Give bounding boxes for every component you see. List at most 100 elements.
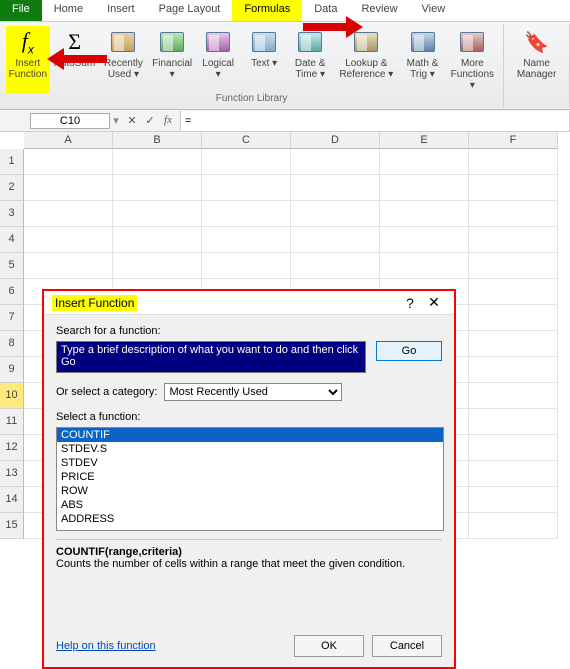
tab-file[interactable]: File — [0, 0, 42, 21]
row-header[interactable]: 12 — [0, 435, 24, 461]
cell[interactable] — [469, 227, 558, 253]
cell[interactable] — [469, 331, 558, 357]
cell[interactable] — [202, 149, 291, 175]
list-item[interactable]: STDEV.S — [57, 442, 443, 456]
row-header[interactable]: 9 — [0, 357, 24, 383]
cell[interactable] — [380, 175, 469, 201]
cell[interactable] — [24, 175, 113, 201]
cell[interactable] — [24, 201, 113, 227]
help-link[interactable]: Help on this function — [56, 640, 156, 652]
cell[interactable] — [469, 305, 558, 331]
cell[interactable] — [469, 253, 558, 279]
cell[interactable] — [469, 383, 558, 409]
cell[interactable] — [291, 201, 380, 227]
name-box[interactable]: C10 — [30, 113, 110, 129]
cell[interactable] — [291, 149, 380, 175]
cell[interactable] — [380, 149, 469, 175]
text-button[interactable]: Text ▾ — [243, 26, 285, 93]
category-label: Or select a category: — [56, 386, 158, 398]
insert-function-dialog: Insert Function ? ✕ Search for a functio… — [42, 289, 456, 669]
cell[interactable] — [469, 513, 558, 539]
category-select[interactable]: Most Recently Used — [164, 383, 342, 401]
ok-button[interactable]: OK — [294, 635, 364, 657]
tab-formulas[interactable]: Formulas — [232, 0, 302, 21]
row-header[interactable]: 11 — [0, 409, 24, 435]
cell[interactable] — [469, 435, 558, 461]
row-header[interactable]: 2 — [0, 175, 24, 201]
col-header[interactable]: C — [202, 132, 291, 149]
cell[interactable] — [380, 253, 469, 279]
tab-pagelayout[interactable]: Page Layout — [147, 0, 233, 21]
cell[interactable] — [469, 461, 558, 487]
financial-button[interactable]: Financial ▾ — [151, 26, 193, 93]
row-header[interactable]: 1 — [0, 149, 24, 175]
function-list[interactable]: COUNTIFSTDEV.SSTDEVPRICEROWABSADDRESS — [56, 427, 444, 531]
help-icon[interactable]: ? — [398, 295, 422, 311]
cell[interactable] — [291, 175, 380, 201]
row-header[interactable]: 5 — [0, 253, 24, 279]
cell[interactable] — [202, 201, 291, 227]
cell[interactable] — [469, 357, 558, 383]
cell[interactable] — [113, 201, 202, 227]
ribbon-tabs: File Home Insert Page Layout Formulas Da… — [0, 0, 570, 22]
cell[interactable] — [202, 227, 291, 253]
cancel-icon[interactable]: ✕ — [124, 114, 140, 127]
row-header[interactable]: 8 — [0, 331, 24, 357]
cell[interactable] — [469, 487, 558, 513]
cell[interactable] — [24, 253, 113, 279]
cell[interactable] — [202, 175, 291, 201]
row-header[interactable]: 6 — [0, 279, 24, 305]
tab-view[interactable]: View — [410, 0, 458, 21]
row-header[interactable]: 15 — [0, 513, 24, 539]
math-button[interactable]: Math & Trig ▾ — [402, 26, 444, 93]
go-button[interactable]: Go — [376, 341, 442, 361]
cell[interactable] — [469, 409, 558, 435]
cell[interactable] — [202, 253, 291, 279]
row-header[interactable]: 14 — [0, 487, 24, 513]
close-icon[interactable]: ✕ — [422, 294, 446, 311]
name-manager-button[interactable]: 🔖 Name Manager — [510, 26, 563, 82]
cell[interactable] — [113, 253, 202, 279]
cell[interactable] — [469, 201, 558, 227]
col-header[interactable]: F — [469, 132, 558, 149]
row-header[interactable]: 13 — [0, 461, 24, 487]
col-header[interactable]: A — [24, 132, 113, 149]
row-header[interactable]: 4 — [0, 227, 24, 253]
cell[interactable] — [24, 227, 113, 253]
cell[interactable] — [291, 253, 380, 279]
row-header[interactable]: 7 — [0, 305, 24, 331]
cell[interactable] — [113, 227, 202, 253]
row-header[interactable]: 3 — [0, 201, 24, 227]
list-item[interactable]: ROW — [57, 484, 443, 498]
name-dropdown-icon[interactable]: ▾ — [110, 114, 122, 127]
formula-input[interactable] — [180, 111, 570, 131]
enter-icon[interactable]: ✓ — [142, 114, 158, 127]
logical-button[interactable]: Logical ▾ — [197, 26, 239, 93]
cell[interactable] — [469, 149, 558, 175]
list-item[interactable]: ABS — [57, 498, 443, 512]
search-input[interactable]: Type a brief description of what you wan… — [56, 341, 366, 373]
col-header[interactable]: B — [113, 132, 202, 149]
cell[interactable] — [24, 149, 113, 175]
cell[interactable] — [469, 175, 558, 201]
list-item[interactable]: STDEV — [57, 456, 443, 470]
list-item[interactable]: PRICE — [57, 470, 443, 484]
insert-function-button[interactable]: fx Insert Function — [6, 26, 50, 93]
fx-icon[interactable]: fx — [160, 114, 176, 127]
cell[interactable] — [469, 279, 558, 305]
cell[interactable] — [113, 175, 202, 201]
cancel-button[interactable]: Cancel — [372, 635, 442, 657]
col-header[interactable]: D — [291, 132, 380, 149]
list-item[interactable]: COUNTIF — [57, 428, 443, 442]
list-item[interactable]: ADDRESS — [57, 512, 443, 526]
tab-home[interactable]: Home — [42, 0, 95, 21]
spreadsheet-grid: ABCDEF 123456789101112131415 Insert Func… — [0, 132, 570, 539]
col-header[interactable]: E — [380, 132, 469, 149]
cell[interactable] — [380, 201, 469, 227]
tab-insert[interactable]: Insert — [95, 0, 147, 21]
more-functions-button[interactable]: More Functions ▾ — [448, 26, 498, 93]
cell[interactable] — [291, 227, 380, 253]
row-header[interactable]: 10 — [0, 383, 24, 409]
cell[interactable] — [113, 149, 202, 175]
cell[interactable] — [380, 227, 469, 253]
